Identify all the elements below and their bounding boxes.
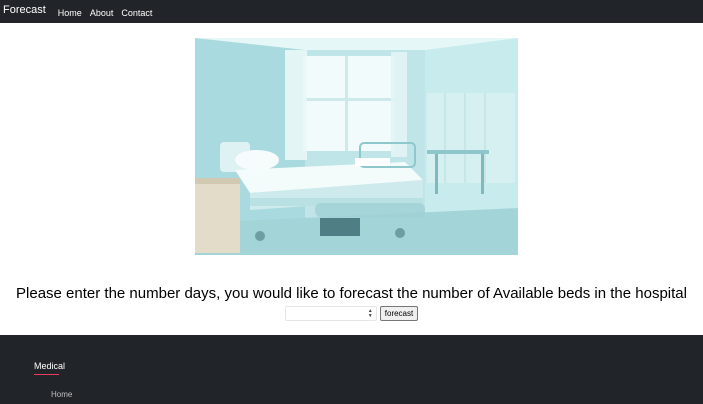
navbar-brand[interactable]: Forecast — [3, 3, 46, 17]
nav-link-contact[interactable]: Contact — [121, 7, 152, 19]
footer-heading: Medical — [34, 361, 66, 371]
hospital-room-illustration — [195, 38, 518, 255]
nav-link-about[interactable]: About — [90, 7, 114, 19]
footer-heading-underline — [34, 374, 59, 375]
top-navbar: Forecast Home About Contact — [0, 0, 703, 23]
forecast-button[interactable]: forecast — [379, 306, 419, 321]
forecast-prompt: Please enter the number days, you would … — [16, 285, 687, 302]
spinner-arrows-icon[interactable]: ▲ ▼ — [367, 308, 374, 320]
footer: Medical Home — [0, 335, 703, 404]
days-number-input[interactable]: ▲ ▼ — [284, 306, 377, 321]
nav-link-home[interactable]: Home — [58, 7, 82, 19]
footer-link-home[interactable]: Home — [51, 389, 72, 400]
days-input-field[interactable] — [285, 307, 366, 320]
hospital-room-image — [195, 38, 518, 255]
forecast-form: ▲ ▼ forecast — [0, 306, 703, 321]
